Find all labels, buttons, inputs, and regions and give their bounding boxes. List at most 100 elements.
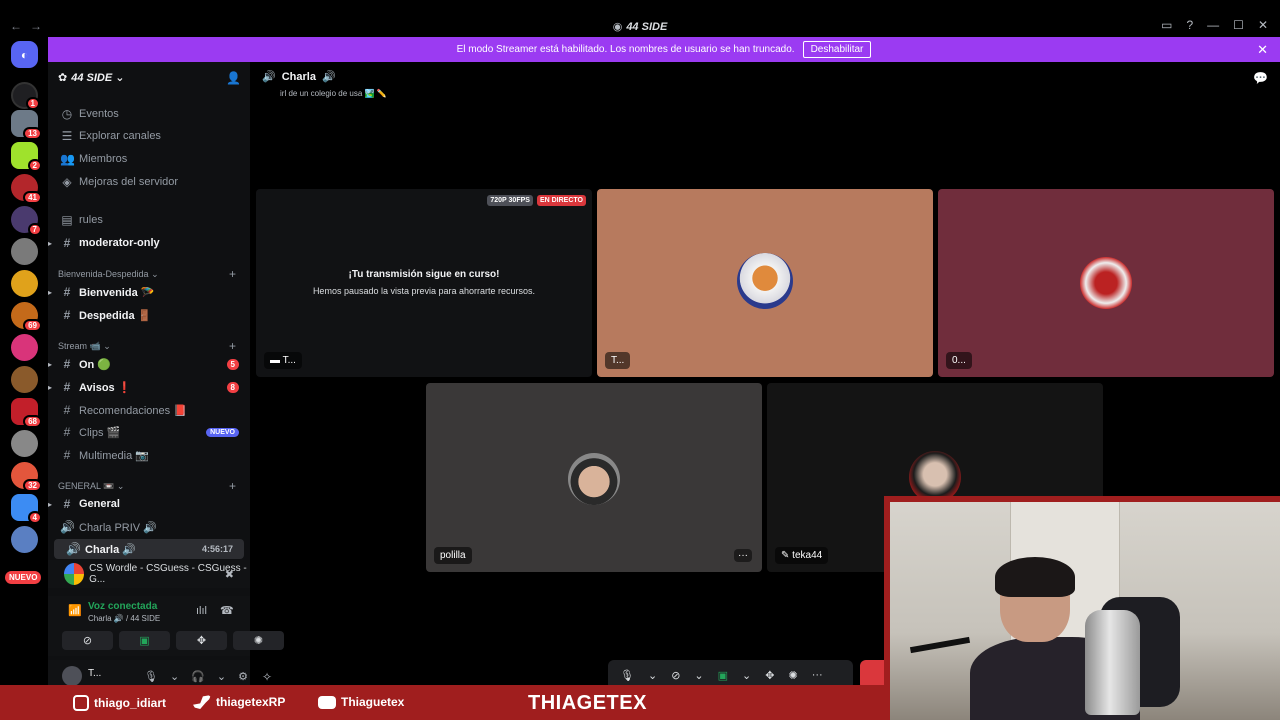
sidebar-item-eventos[interactable]: ◷ Eventos [48,104,250,124]
noise-suppression-icon[interactable]: ılıl [196,605,207,617]
activity-panel[interactable]: CS Wordle - CSGuess - CSGuess - G... ✖ [48,560,250,588]
webcam-overlay [884,496,1280,720]
chevron-down-icon[interactable]: ⌄ [170,670,179,683]
youtube-icon [318,695,336,709]
chat-icon[interactable]: 💬 [1253,71,1268,85]
quality-badge: 720P 30FPS [487,195,533,206]
participant-tile[interactable]: 0... [938,189,1274,377]
chevron-down-icon[interactable]: ⌄ [217,670,226,683]
channel-recomendaciones[interactable]: # Recomendaciones 📕 [48,400,250,420]
inbox-icon[interactable]: ▭ [1161,18,1172,32]
disable-button[interactable]: Deshabilitar [802,41,872,58]
microphone-icon[interactable]: 🎙 [144,670,158,683]
channel-general[interactable]: ▸ # General [48,494,250,514]
voice-panel: 📶 Voz conectada Charla 🔊 / 44 SIDE ılıl … [48,596,284,656]
guild-header[interactable]: ✿ 44 SIDE ⌄ [58,71,124,84]
screen-share-icon[interactable]: ▣ [718,669,728,682]
server-icon[interactable] [11,430,38,457]
channel-topic[interactable]: irl de un colegio de usa 🏞️ ✏️ [280,89,387,98]
server-icon[interactable] [11,334,38,361]
channel-moderator-only[interactable]: ▸ # moderator-only [48,233,250,253]
streamer-mode-banner: El modo Streamer está habilitado. Los no… [48,37,1280,62]
sidebar-item-mejoras[interactable]: ◈ Mejoras del servidor [48,172,250,192]
server-icon[interactable]: 4 [11,494,42,524]
more-options-icon[interactable]: ··· [734,549,752,562]
participant-tile[interactable]: T... [597,189,933,377]
calendar-icon: ◷ [61,107,73,121]
server-icon[interactable]: 2 [11,142,42,172]
channel-multimedia[interactable]: # Multimedia 📷 [48,445,250,465]
new-badge: NUEVO [5,571,42,584]
microphone-icon[interactable]: 🎙 [620,669,634,682]
voice-status[interactable]: Voz conectada [88,601,157,612]
window-controls[interactable]: ▭ ? — ☐ ✕ [1161,18,1268,32]
live-badge: EN DIRECTO [536,195,586,206]
add-channel-icon[interactable]: + [229,479,236,493]
hash-icon: # [63,285,71,299]
add-channel-icon[interactable]: + [229,267,236,281]
sidebar-item-miembros[interactable]: 👥 Miembros [48,149,250,169]
gear-icon[interactable]: ⚙ [238,670,248,683]
server-icon[interactable] [11,366,38,393]
activity-launcher-icon[interactable]: ✧ [262,670,272,684]
user-name[interactable]: T... [88,668,101,679]
chevron-down-icon[interactable]: ⌄ [742,669,751,682]
disconnect-icon[interactable]: ☎ [220,604,234,617]
channel-clips[interactable]: # Clips 🎬 NUEVO [48,422,250,442]
discord-home-icon[interactable]: ◐ [11,41,38,68]
category-bienvenida[interactable]: Bienvenida-Despedida ⌄ + [58,267,236,281]
minimize-icon[interactable]: — [1207,18,1219,32]
server-icon[interactable] [11,526,38,553]
server-icon[interactable]: 32 [11,462,42,492]
close-banner-icon[interactable]: ✕ [1257,42,1268,58]
activities-icon[interactable]: ✥ [765,669,774,682]
voice-channel-charla[interactable]: 🔊 Charla 🔊 4:56:17 [54,539,244,559]
category-general[interactable]: GENERAL 📼 ⌄ + [58,479,236,493]
instagram-icon [73,695,89,711]
close-icon[interactable]: ✕ [1258,18,1268,32]
channel-bienvenida[interactable]: ▸ # Bienvenida 🪂 [48,282,250,302]
soundboard-button[interactable]: ✺ [233,631,284,650]
participant-tile[interactable]: polilla ··· [426,383,762,572]
channel-on[interactable]: ▸ # On 🟢 5 [48,354,250,374]
server-icon[interactable]: 69 [11,302,42,332]
headphones-icon[interactable]: 🎧 [191,670,205,683]
invite-icon[interactable]: 👤 [226,71,241,85]
channel-avisos[interactable]: ▸ # Avisos ❗ 8 [48,377,250,397]
category-stream[interactable]: Stream 📹 ⌄ + [58,339,236,353]
screen-share-button[interactable]: ▣ [119,631,170,650]
server-icon[interactable]: 41 [11,174,42,204]
server-icon[interactable] [11,270,38,297]
chrome-icon [64,563,85,585]
chevron-down-icon[interactable]: ⌄ [648,669,657,682]
server-icon[interactable]: 13 [11,110,42,140]
voice-channel-charla-priv[interactable]: 🔊 Charla PRIV 🔊 [48,517,250,537]
close-activity-icon[interactable]: ✖ [225,568,234,581]
avatar[interactable] [62,666,82,686]
server-icon[interactable] [11,238,38,265]
camera-off-button[interactable]: ⊘ [62,631,113,650]
server-icon[interactable]: 68 [11,398,42,428]
twitter-handle: thiagetexRP [193,695,285,709]
server-icon[interactable]: 1 [11,82,40,110]
help-icon[interactable]: ? [1186,18,1193,32]
caret-icon: ▸ [48,382,53,392]
add-channel-icon[interactable]: + [229,339,236,353]
signal-icon[interactable]: 📶 [68,604,82,617]
more-icon[interactable]: ··· [812,669,823,681]
soundboard-icon[interactable]: ✺ [788,669,797,682]
hash-icon: # [63,236,71,250]
camera-off-icon[interactable]: ⊘ [671,669,680,682]
server-icon: ✿ [58,72,68,84]
stream-tile[interactable]: 720P 30FPS EN DIRECTO ¡Tu transmisión si… [256,189,592,377]
speaker-icon: 🔊 [262,71,276,83]
channel-rules[interactable]: ▤ rules [48,210,250,230]
channel-despedida[interactable]: # Despedida 🚪 [48,305,250,325]
chevron-down-icon[interactable]: ⌄ [694,669,703,682]
maximize-icon[interactable]: ☐ [1233,18,1244,32]
activities-button[interactable]: ✥ [176,631,227,650]
hash-icon: # [63,448,71,462]
server-icon[interactable]: 7 [11,206,42,236]
hash-icon: # [63,308,71,322]
sidebar-item-explorar[interactable]: ☰ Explorar canales [48,126,250,146]
